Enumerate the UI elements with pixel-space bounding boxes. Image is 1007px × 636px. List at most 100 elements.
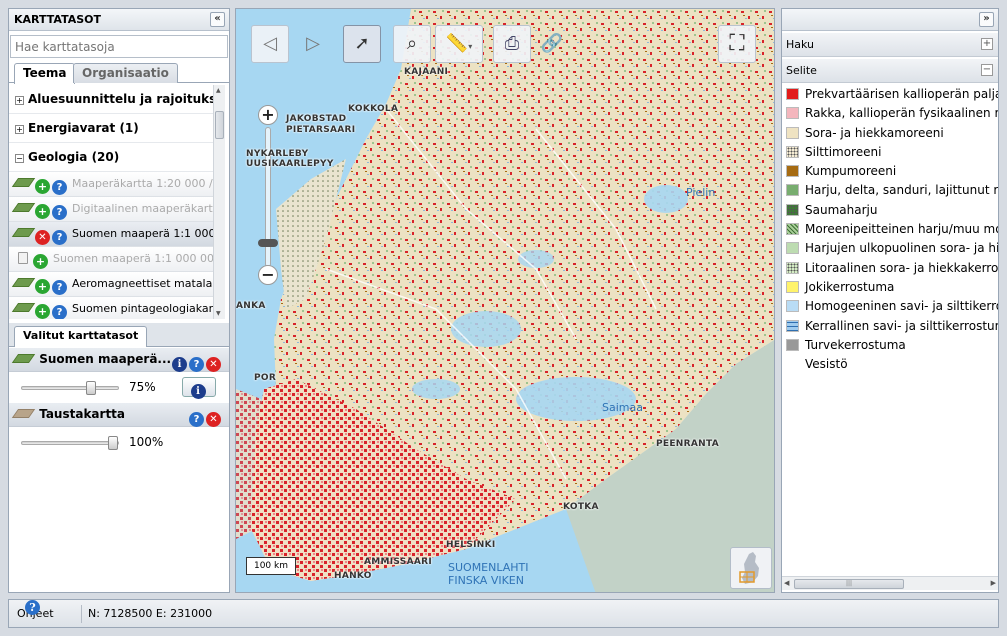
legend-section-header[interactable]: Selite − (782, 59, 998, 83)
map-view[interactable]: ◁ ▷ ➚ ⌕ 📏▾ ⎙ 🔗 ⛶ + − KAJAANI JAKOBSTAD P… (235, 8, 775, 593)
forward-arrow-icon: ▷ (306, 33, 320, 54)
legend-horizontal-scrollbar[interactable]: ◀ ||| ▶ (782, 576, 998, 590)
feature-info-button[interactable]: i (182, 377, 216, 399)
legend-swatch (786, 300, 799, 313)
remove-layer-icon[interactable]: ✕ (35, 230, 50, 245)
info-cursor-icon: i (190, 384, 206, 399)
zoom-box-icon: ⌕ (406, 33, 418, 54)
layer-type-icon (11, 409, 36, 418)
info-icon[interactable]: ? (52, 230, 67, 245)
back-button[interactable]: ◁ (251, 25, 289, 63)
opacity-slider[interactable] (21, 441, 119, 445)
overview-map-button[interactable] (730, 547, 772, 589)
legend-swatch (786, 358, 799, 371)
layer-name: Suomen pintageologiakartta (72, 302, 215, 315)
remove-layer-icon[interactable]: ✕ (206, 412, 221, 427)
layer-item-selected[interactable]: ✕? Suomen maaperä 1:1 000 000 (9, 222, 215, 247)
layer-item[interactable]: +? Digitaalinen maaperäkartta (9, 197, 215, 222)
print-button[interactable]: ⎙ (493, 25, 531, 63)
remove-layer-icon[interactable]: ✕ (206, 357, 221, 372)
finland-map-icon (739, 552, 759, 584)
tab-organisaatio[interactable]: Organisaatio (73, 63, 178, 83)
legend-item: Turvekerrostuma (782, 336, 998, 355)
add-layer-icon[interactable]: + (33, 254, 48, 269)
water-label: SUOMENLAHTI (448, 561, 529, 574)
group-label: Aluesuunnittelu ja rajoitukset (3 (28, 92, 215, 106)
legend-swatch (786, 319, 799, 332)
forward-button[interactable]: ▷ (294, 25, 332, 63)
scrollbar-thumb[interactable] (215, 111, 224, 139)
fullscreen-button[interactable]: ⛶ (718, 25, 756, 63)
layer-name: Aeromagneettiset matalalento (72, 277, 215, 290)
group-aluesuunnittelu[interactable]: + Aluesuunnittelu ja rajoitukset (3 (9, 85, 215, 114)
legend-label: Harju, delta, sanduri, lajittunut reunam… (805, 183, 998, 198)
legend-item: Silttimoreeni (782, 143, 998, 162)
selected-layer-header[interactable]: Taustakartta ? ✕ (9, 403, 229, 427)
layer-info-icon[interactable]: i (172, 357, 187, 372)
legend-label: Silttimoreeni (805, 144, 882, 159)
select-tool-button[interactable]: ➚ (343, 25, 381, 63)
tab-selected-layers[interactable]: Valitut karttatasot (14, 326, 148, 347)
zoom-slider-handle[interactable] (258, 239, 278, 247)
layer-item[interactable]: +? Suomen pintageologiakartta (9, 297, 215, 319)
info-panel-header: » (782, 9, 998, 31)
info-icon[interactable]: ? (52, 205, 67, 220)
legend-swatch (786, 338, 799, 351)
scrollbar-thumb[interactable]: ||| (794, 579, 904, 589)
expand-icon[interactable]: + (15, 96, 24, 105)
collapse-left-panel-button[interactable]: « (210, 12, 225, 27)
add-layer-icon[interactable]: + (35, 304, 50, 319)
layer-item[interactable]: + Suomen maaperä 1:1 000 000 (9, 247, 215, 272)
legend-item: Sora- ja hiekkamoreeni (782, 124, 998, 143)
legend-label: Harjujen ulkopuolinen sora- ja hiekka (805, 241, 998, 256)
legend-item: Jokikerrostuma (782, 278, 998, 297)
add-layer-icon[interactable]: + (35, 204, 50, 219)
collapse-right-panel-button[interactable]: » (979, 12, 994, 27)
group-energiavarat[interactable]: + Energiavarat (1) (9, 114, 215, 143)
help-icon[interactable]: ? (189, 357, 204, 372)
selected-layer-suomen-maapera: Suomen maaperä... i? ✕ 75% i (9, 348, 229, 404)
layer-search-input[interactable] (10, 35, 228, 58)
info-icon[interactable]: ? (52, 305, 67, 319)
layer-item[interactable]: +? Aeromagneettiset matalalento (9, 272, 215, 297)
search-section-header[interactable]: Haku + (782, 33, 998, 57)
info-icon[interactable]: ? (52, 280, 67, 295)
link-button[interactable]: 🔗 (533, 25, 571, 63)
opacity-slider-handle[interactable] (108, 436, 118, 450)
tab-teema[interactable]: Teema (14, 63, 76, 84)
layer-type-icon (11, 278, 36, 287)
legend-item: Vesistö (782, 355, 998, 374)
scroll-right-icon[interactable]: ▶ (991, 579, 996, 587)
collapse-icon[interactable]: − (15, 154, 24, 163)
expand-icon[interactable]: + (15, 125, 24, 134)
info-icon[interactable]: ? (52, 180, 67, 195)
scroll-down-icon[interactable]: ▼ (216, 310, 221, 317)
selected-layer-header[interactable]: Suomen maaperä... i? ✕ (9, 348, 229, 372)
zoom-out-button[interactable]: − (258, 265, 278, 285)
scroll-up-icon[interactable]: ▲ (216, 87, 221, 94)
zoom-box-button[interactable]: ⌕ (393, 25, 431, 63)
add-layer-icon[interactable]: + (35, 179, 50, 194)
help-link[interactable]: ? Ohjeet (17, 600, 54, 627)
layer-name: Maaperäkartta 1:20 000 / (72, 177, 213, 190)
water-label: Saimaa (602, 401, 643, 414)
group-geologia[interactable]: − Geologia (20) (9, 143, 215, 172)
expand-icon[interactable]: + (981, 38, 993, 50)
layer-item[interactable]: +? Maaperäkartta 1:20 000 / (9, 172, 215, 197)
layer-type-icon (11, 303, 36, 312)
zoom-in-button[interactable]: + (258, 105, 278, 125)
scroll-left-icon[interactable]: ◀ (784, 579, 789, 587)
collapse-icon[interactable]: − (981, 64, 993, 76)
add-layer-icon[interactable]: + (35, 279, 50, 294)
legend-item: Harju, delta, sanduri, lajittunut reunam… (782, 181, 998, 200)
help-icon[interactable]: ? (189, 412, 204, 427)
opacity-slider[interactable] (21, 386, 119, 390)
legend-swatch (786, 126, 799, 139)
place-label: KOKKOLA (348, 104, 399, 114)
layer-tree-scrollbar[interactable]: ▲ ▼ (213, 85, 225, 319)
layer-type-icon (11, 203, 36, 212)
opacity-slider-handle[interactable] (86, 381, 96, 395)
measure-ruler-icon: 📏 (445, 33, 469, 54)
measure-tool-button[interactable]: 📏▾ (435, 25, 483, 63)
layer-type-icon (11, 178, 36, 187)
